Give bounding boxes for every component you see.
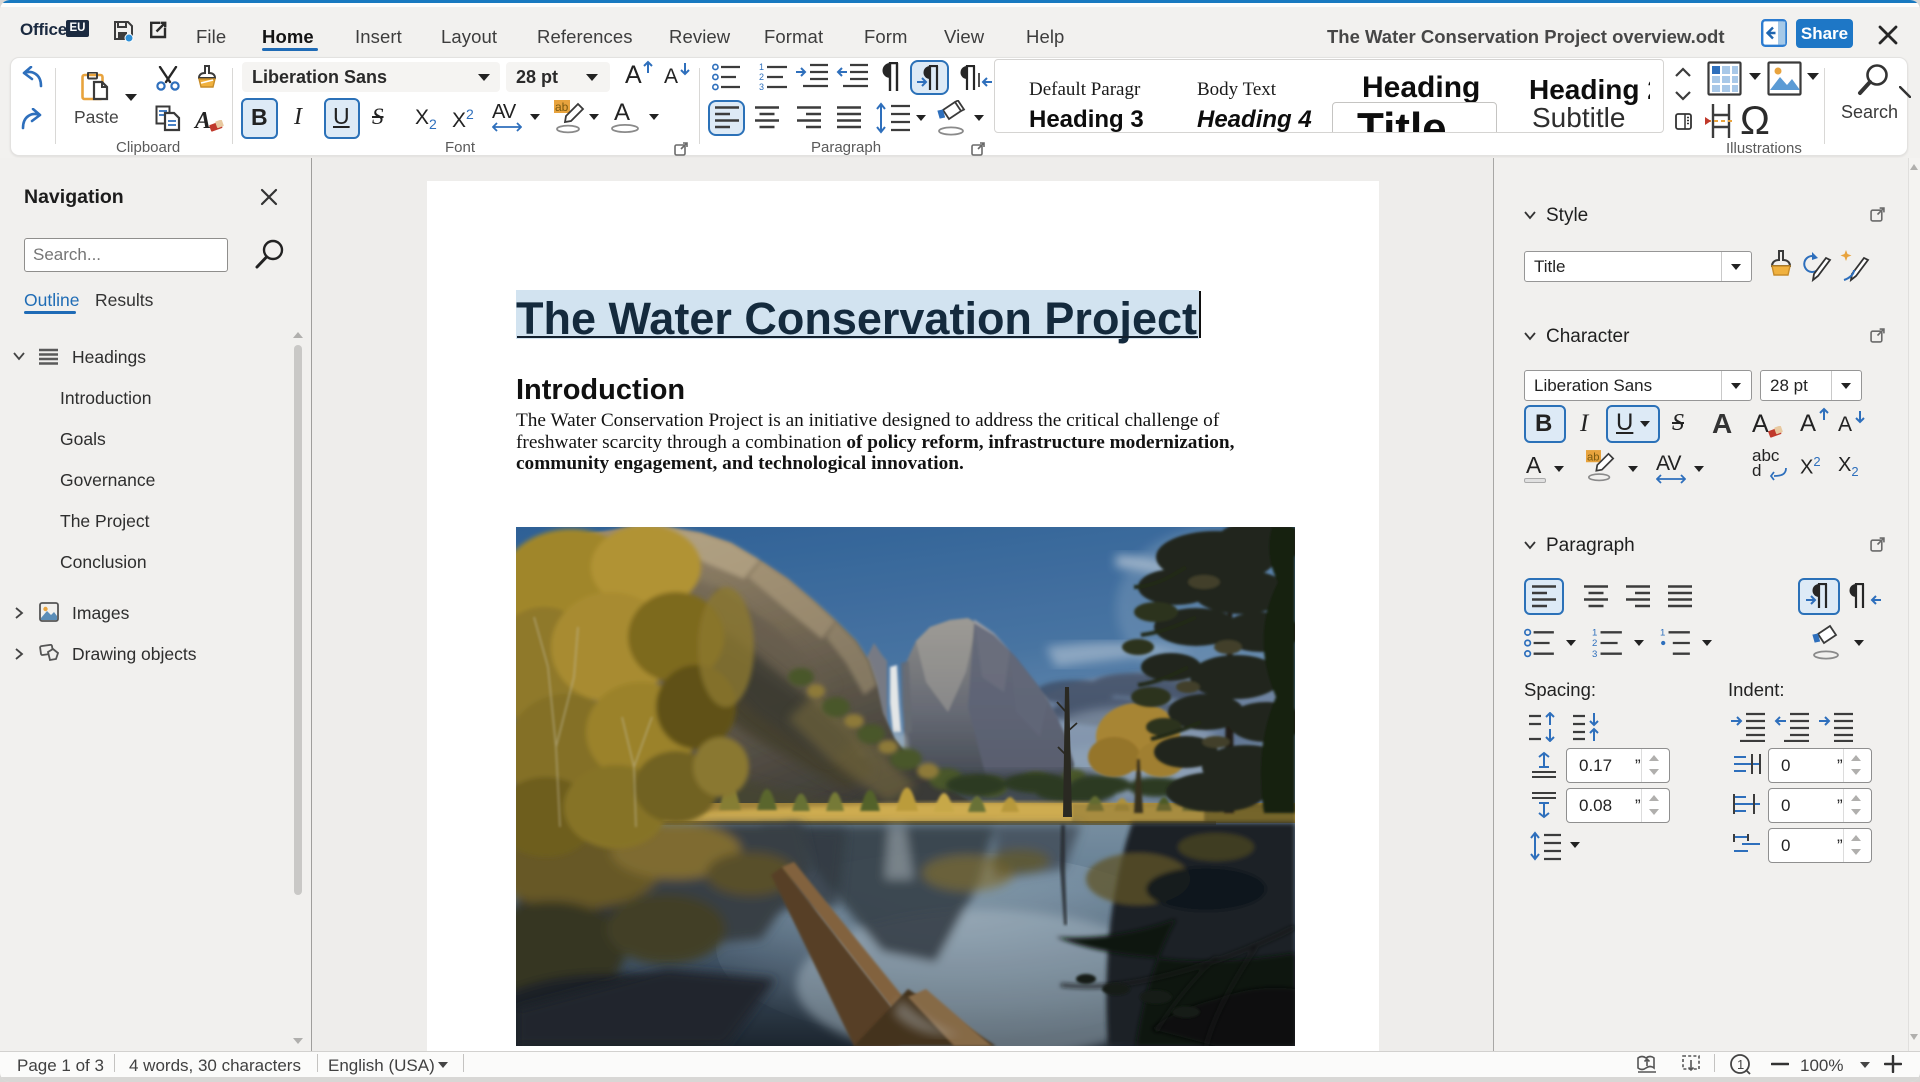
svg-text:2: 2 [1592,638,1597,649]
svg-text:3: 3 [1592,649,1597,659]
svg-text:ab: ab [555,100,569,114]
svg-text:1: 1 [1660,628,1665,639]
svg-text:1: 1 [1737,1057,1744,1072]
svg-text:2: 2 [759,72,764,82]
svg-text:3: 3 [759,82,764,92]
svg-text:1: 1 [759,62,764,72]
svg-text:1: 1 [1592,628,1597,639]
svg-text:ab: ab [1587,451,1600,463]
